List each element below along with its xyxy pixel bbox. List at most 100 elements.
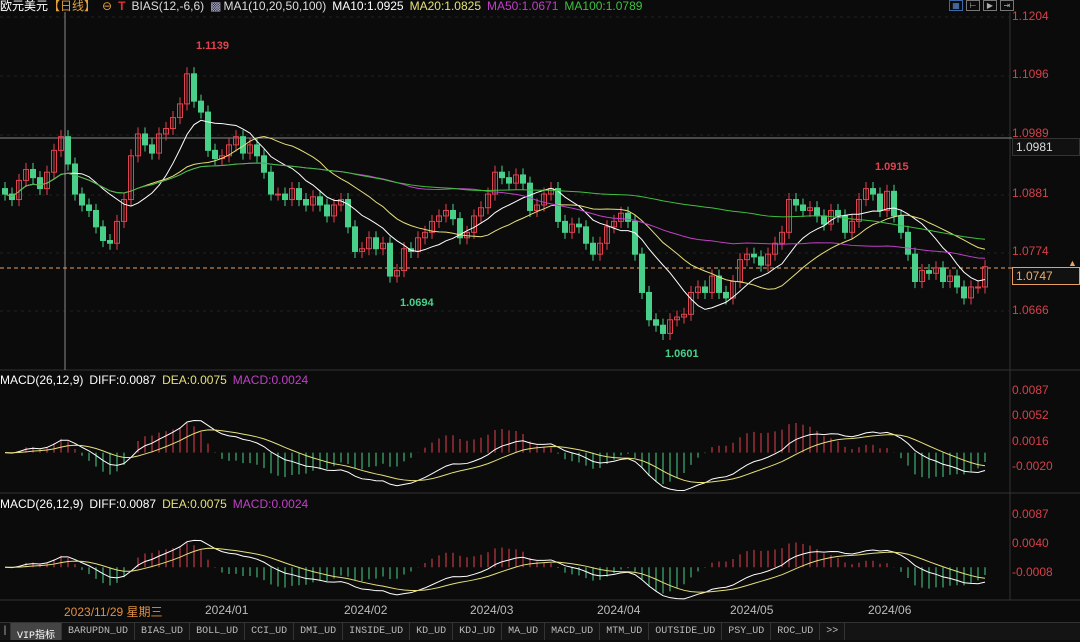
price-alert-icon[interactable]: ▲: [1068, 258, 1077, 268]
high-annotation: 1.1139: [196, 40, 230, 52]
macd-tick: -0.0008: [1012, 565, 1053, 579]
candle-body: [821, 215, 827, 225]
candle-body: [93, 209, 99, 228]
candle-body: [86, 204, 92, 211]
candle-body: [352, 226, 358, 252]
candle-body: [562, 220, 568, 233]
indicator-tabs: | VIP指标 BARUPDN_UD BIAS_UD BOLL_UD CCI_U…: [0, 622, 1080, 642]
candle-body: [282, 193, 288, 201]
tab-bias[interactable]: BIAS_UD: [135, 623, 191, 640]
candle-body: [961, 286, 967, 299]
candle-body: [793, 199, 799, 206]
candle-body: [632, 220, 638, 255]
macd-tick: 0.0087: [1012, 507, 1049, 521]
candle-body: [387, 242, 393, 277]
tab-cci[interactable]: CCI_UD: [245, 623, 295, 640]
macd-header: MACD(26,12,9) DIFF:0.0087 DEA:0.0075 MAC…: [0, 497, 308, 511]
macd-title[interactable]: MACD(26,12,9): [0, 497, 83, 511]
tab-ma[interactable]: MA_UD: [502, 623, 546, 640]
macd-title[interactable]: MACD(26,12,9): [0, 373, 83, 387]
candle-body: [940, 267, 946, 283]
candle-body: [317, 196, 323, 206]
dea-value: DEA:0.0075: [162, 373, 227, 387]
candle-body: [912, 253, 918, 283]
tab-outside[interactable]: OUTSIDE_UD: [649, 623, 723, 640]
candle-body: [583, 226, 589, 244]
candle-body: [926, 270, 932, 274]
candle-body: [716, 275, 722, 293]
tab-dmi[interactable]: DMI_UD: [294, 623, 344, 640]
crosshair-date: 2023/11/29 星期三: [64, 605, 163, 619]
tab-barupdn[interactable]: BARUPDN_UD: [62, 623, 136, 640]
tab-mtm[interactable]: MTM_UD: [600, 623, 650, 640]
candle-body: [142, 133, 148, 146]
date-tick: 2024/02: [344, 603, 388, 617]
date-tick: 2024/05: [730, 603, 774, 617]
tab-inside[interactable]: INSIDE_UD: [343, 623, 411, 640]
tab-prev[interactable]: |: [0, 623, 12, 640]
candle-body: [65, 136, 71, 165]
current-price-box: 1.0747: [1012, 267, 1080, 285]
candle-body: [324, 204, 330, 217]
tab-boll[interactable]: BOLL_UD: [190, 623, 246, 640]
candle-body: [198, 100, 204, 113]
candle-body: [261, 155, 267, 173]
tab-psy[interactable]: PSY_UD: [722, 623, 772, 640]
tab-macd[interactable]: MACD_UD: [545, 623, 601, 640]
candle-body: [975, 286, 981, 289]
candle-body: [268, 171, 274, 195]
candle-body: [723, 291, 729, 299]
candle-body: [702, 286, 708, 293]
candle-body: [373, 237, 379, 250]
candle-body: [814, 207, 820, 217]
candle-body: [296, 188, 302, 201]
candle-body: [72, 163, 78, 195]
date-tick: 2024/06: [868, 603, 912, 617]
candle-body: [660, 324, 666, 334]
candle-body: [506, 177, 512, 184]
diff-value: DIFF:0.0087: [89, 497, 157, 511]
price-tick: 1.0666: [1012, 303, 1049, 317]
candle-body: [653, 319, 659, 326]
candle-body: [212, 149, 218, 160]
candle-body: [835, 209, 841, 217]
candle-body: [79, 193, 85, 206]
candle-body: [499, 171, 505, 179]
tab-roc[interactable]: ROC_UD: [771, 623, 821, 640]
candle-body: [275, 193, 281, 196]
candle-body: [254, 144, 260, 157]
macd-value: MACD:0.0024: [232, 497, 309, 511]
price-tick: 1.1204: [1012, 9, 1049, 23]
low-annotation: 1.0694: [400, 297, 434, 309]
candle-body: [303, 199, 309, 206]
candle-body: [37, 177, 43, 190]
candle-body: [758, 256, 764, 266]
candle-body: [954, 275, 960, 288]
candle-body: [107, 240, 113, 244]
macd-tick: 0.0016: [1012, 434, 1049, 448]
candle-body: [149, 144, 155, 154]
candle-body: [877, 193, 883, 211]
candlestick-chart[interactable]: [0, 0, 1080, 640]
candle-body: [898, 215, 904, 233]
candle-body: [450, 209, 456, 220]
price-tick: 1.0774: [1012, 244, 1049, 258]
macd-value: MACD:0.0024: [232, 373, 309, 387]
macd-header: MACD(26,12,9) DIFF:0.0087 DEA:0.0075 MAC…: [0, 373, 308, 387]
macd-tick: 0.0087: [1012, 383, 1049, 397]
candle-body: [639, 253, 645, 293]
date-tick: 2024/03: [470, 603, 514, 617]
candle-body: [625, 212, 631, 222]
tab-kd[interactable]: KD_UD: [410, 623, 454, 640]
dea-value: DEA:0.0075: [162, 497, 227, 511]
macd-tick: 0.0040: [1012, 536, 1049, 550]
date-tick: 2024/04: [597, 603, 641, 617]
tab-more[interactable]: >>: [820, 623, 846, 640]
high-annotation: 1.0915: [875, 161, 909, 173]
candle-body: [520, 174, 526, 184]
tab-kdj[interactable]: KDJ_UD: [453, 623, 503, 640]
candle-body: [891, 190, 897, 217]
candle-body: [576, 223, 582, 228]
date-axis: 2023/11/29 星期三 2024/01 2024/02 2024/03 2…: [0, 603, 1000, 619]
tab-vip[interactable]: VIP指标: [11, 623, 63, 642]
